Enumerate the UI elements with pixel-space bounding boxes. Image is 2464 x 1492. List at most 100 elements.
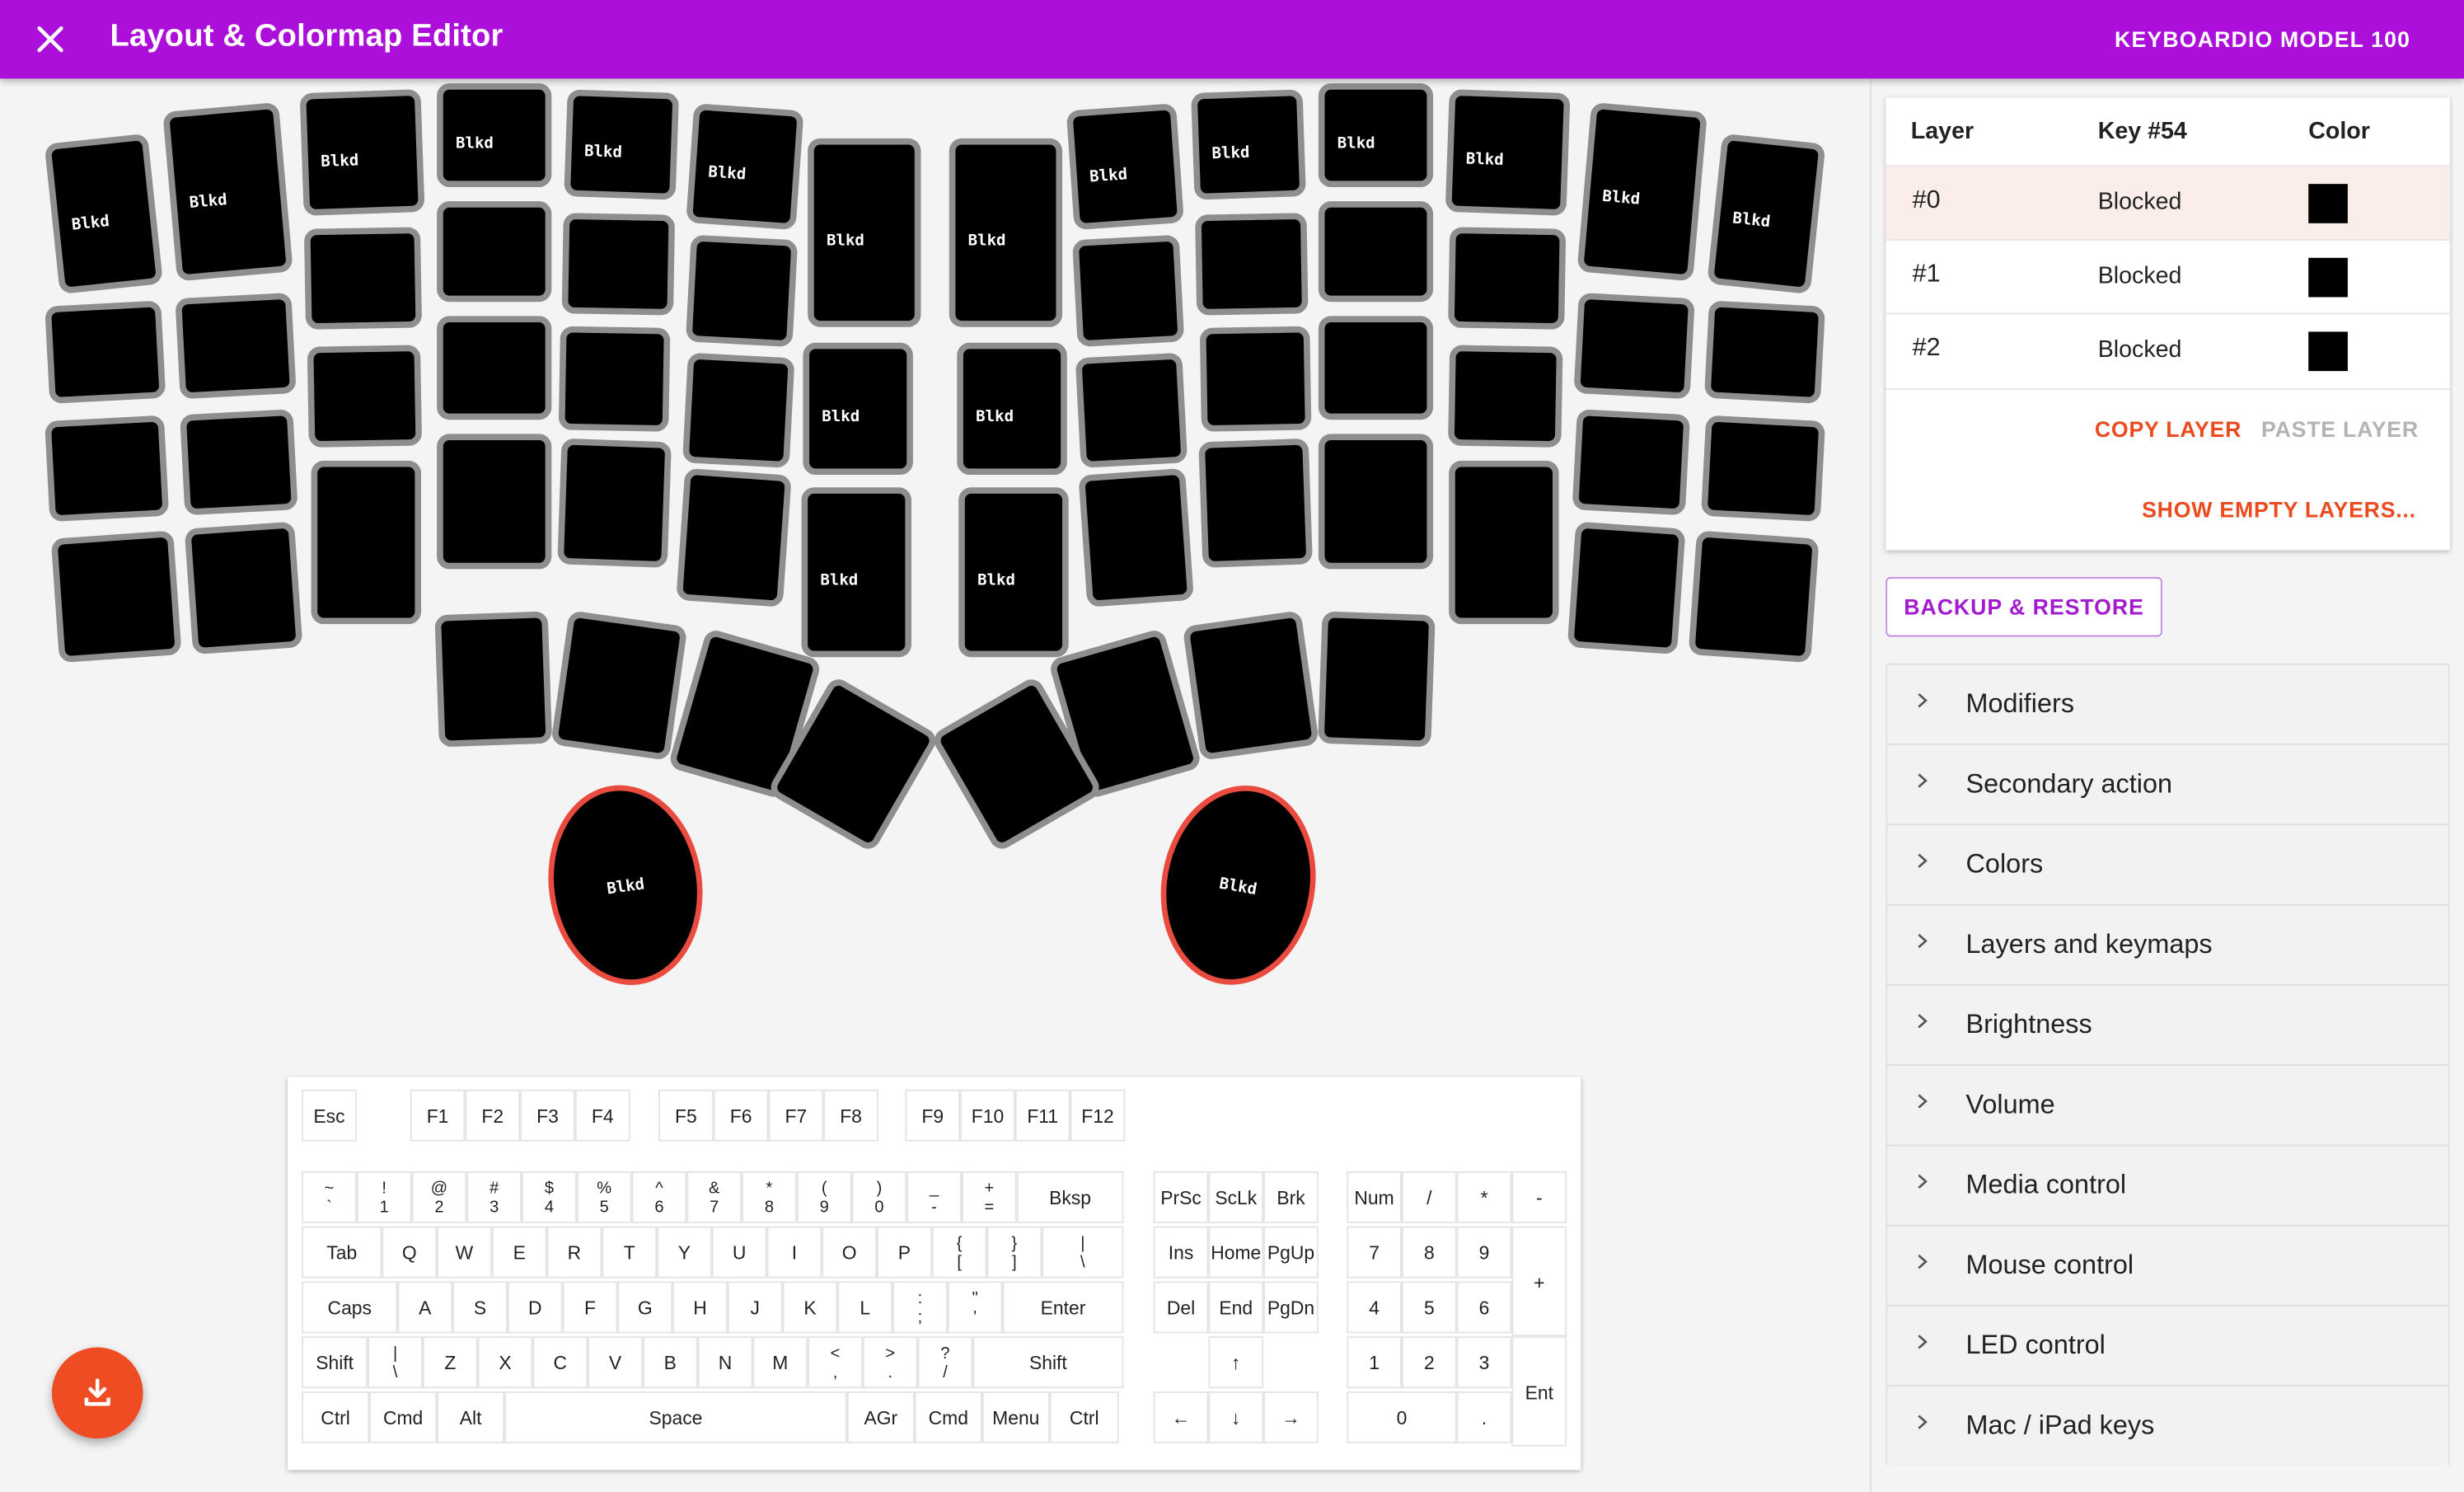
keyboard-key[interactable]: Blkd [1707, 134, 1825, 293]
picker-key[interactable]: Ctrl [1049, 1391, 1119, 1443]
keyboard-key[interactable] [1448, 345, 1563, 448]
keyboard-key[interactable] [1198, 439, 1313, 568]
keyboard-key[interactable]: Blkd [437, 83, 552, 187]
keyboard-key[interactable] [1195, 213, 1309, 316]
key-cap[interactable] [163, 103, 293, 281]
picker-key[interactable]: 1 [1347, 1336, 1402, 1389]
picker-key[interactable]: AGr [846, 1391, 915, 1443]
picker-key[interactable]: G [617, 1281, 673, 1334]
keyboard-key[interactable] [1689, 531, 1819, 663]
key-cap[interactable] [1448, 345, 1563, 448]
key-cap[interactable] [1318, 316, 1434, 420]
keyboard-key[interactable] [1572, 409, 1690, 515]
picker-key[interactable]: F9 [905, 1089, 961, 1142]
accordion-item-brightness[interactable]: Brightness [1885, 983, 2450, 1065]
keyboard-key[interactable] [677, 468, 791, 607]
picker-key[interactable]: L [837, 1281, 893, 1334]
picker-key[interactable]: % 5 [576, 1171, 632, 1223]
key-cap[interactable] [552, 612, 686, 759]
keyboard-key[interactable] [552, 612, 686, 759]
picker-key[interactable]: > . [862, 1336, 918, 1389]
key-cap[interactable] [1318, 201, 1434, 303]
picker-key[interactable]: End [1208, 1281, 1264, 1334]
picker-key[interactable]: E [491, 1226, 547, 1279]
accordion-item-media-control[interactable]: Media control [1885, 1144, 2450, 1225]
keyboard-key[interactable] [682, 353, 794, 468]
accordion-item-led-control[interactable]: LED control [1885, 1305, 2450, 1386]
picker-key[interactable]: O [822, 1226, 878, 1279]
picker-key[interactable]: V [588, 1336, 643, 1389]
keyboard-key[interactable]: Blkd [958, 487, 1069, 658]
picker-key[interactable]: PgDn [1263, 1281, 1319, 1334]
picker-key[interactable]: ( 9 [796, 1171, 852, 1223]
picker-key[interactable]: F1 [410, 1089, 466, 1142]
picker-key[interactable]: | \ [1042, 1226, 1124, 1279]
picker-key[interactable]: Shift [972, 1336, 1124, 1389]
keyboard-key[interactable] [559, 326, 671, 432]
palm-key[interactable]: Blkd [1149, 776, 1328, 994]
picker-key[interactable]: { [ [931, 1226, 987, 1279]
key-cap[interactable] [176, 293, 296, 399]
backup-restore-button[interactable]: BACKUP & RESTORE [1885, 576, 2162, 637]
accordion-item-mac-ipad-keys[interactable]: Mac / iPad keys [1885, 1385, 2450, 1466]
picker-key[interactable]: } ] [986, 1226, 1042, 1279]
key-cap[interactable] [1572, 409, 1690, 515]
picker-key[interactable]: P [877, 1226, 932, 1279]
picker-key[interactable]: C [532, 1336, 588, 1389]
picker-key[interactable]: Z [422, 1336, 478, 1389]
key-cap[interactable] [1577, 103, 1707, 281]
key-cap[interactable] [45, 415, 169, 522]
picker-key[interactable]: F [562, 1281, 618, 1334]
key-cap[interactable] [437, 316, 552, 420]
picker-key[interactable]: 5 [1401, 1281, 1457, 1334]
key-cap[interactable] [434, 612, 552, 747]
picker-key[interactable]: Y [657, 1226, 712, 1279]
key-cap[interactable] [1183, 612, 1319, 759]
picker-key[interactable]: : ; [892, 1281, 948, 1334]
close-icon[interactable] [31, 21, 69, 59]
picker-key[interactable]: " ' [947, 1281, 1003, 1334]
keyboard-key[interactable]: Blkd [686, 104, 803, 230]
keyboard-key[interactable] [1449, 460, 1559, 625]
picker-key[interactable]: B [642, 1336, 698, 1389]
picker-key[interactable]: 6 [1456, 1281, 1512, 1334]
key-cap[interactable] [45, 301, 166, 404]
keyboard-key[interactable] [686, 235, 798, 347]
key-cap[interactable] [311, 460, 422, 625]
picker-key[interactable]: 2 [1401, 1336, 1457, 1389]
picker-key[interactable]: Space [504, 1391, 847, 1443]
picker-key[interactable]: ~ ` [302, 1171, 357, 1223]
picker-key[interactable]: - [1511, 1171, 1567, 1223]
keyboard-key[interactable]: Blkd [300, 89, 424, 216]
picker-key[interactable]: Esc [302, 1089, 357, 1142]
picker-key[interactable]: F2 [465, 1089, 521, 1142]
color-swatch[interactable] [2308, 331, 2348, 372]
picker-key[interactable]: Enter [1002, 1281, 1124, 1334]
keyboard-key[interactable]: Blkd [957, 342, 1067, 475]
key-cap[interactable] [1075, 353, 1187, 468]
picker-key[interactable]: _ - [906, 1171, 963, 1223]
keyboard-key[interactable]: Blkd [808, 138, 921, 327]
picker-key[interactable]: 0 [1347, 1391, 1457, 1443]
picker-key[interactable]: / [1401, 1171, 1457, 1223]
key-cap[interactable] [557, 439, 672, 568]
keyboard-key[interactable] [1567, 522, 1685, 655]
picker-key[interactable]: F12 [1070, 1089, 1126, 1142]
key-cap[interactable] [304, 227, 422, 330]
keyboard-key[interactable] [311, 460, 422, 625]
key-cap[interactable] [561, 213, 675, 316]
keyboard-key[interactable] [51, 531, 181, 663]
key-cap[interactable] [1072, 235, 1184, 347]
picker-key[interactable]: * 8 [742, 1171, 797, 1223]
keyboard-key[interactable] [45, 415, 169, 522]
picker-key[interactable]: 3 [1456, 1336, 1512, 1389]
picker-key[interactable]: H [672, 1281, 728, 1334]
picker-key[interactable]: F3 [520, 1089, 575, 1142]
keyboard-key[interactable]: Blkd [564, 89, 679, 200]
picker-key[interactable]: F7 [768, 1089, 824, 1142]
key-cap[interactable] [1701, 415, 1825, 522]
key-cap[interactable] [1689, 531, 1819, 663]
picker-key[interactable]: N [697, 1336, 753, 1389]
key-cap[interactable] [677, 468, 791, 607]
picker-key[interactable]: + = [962, 1171, 1017, 1223]
